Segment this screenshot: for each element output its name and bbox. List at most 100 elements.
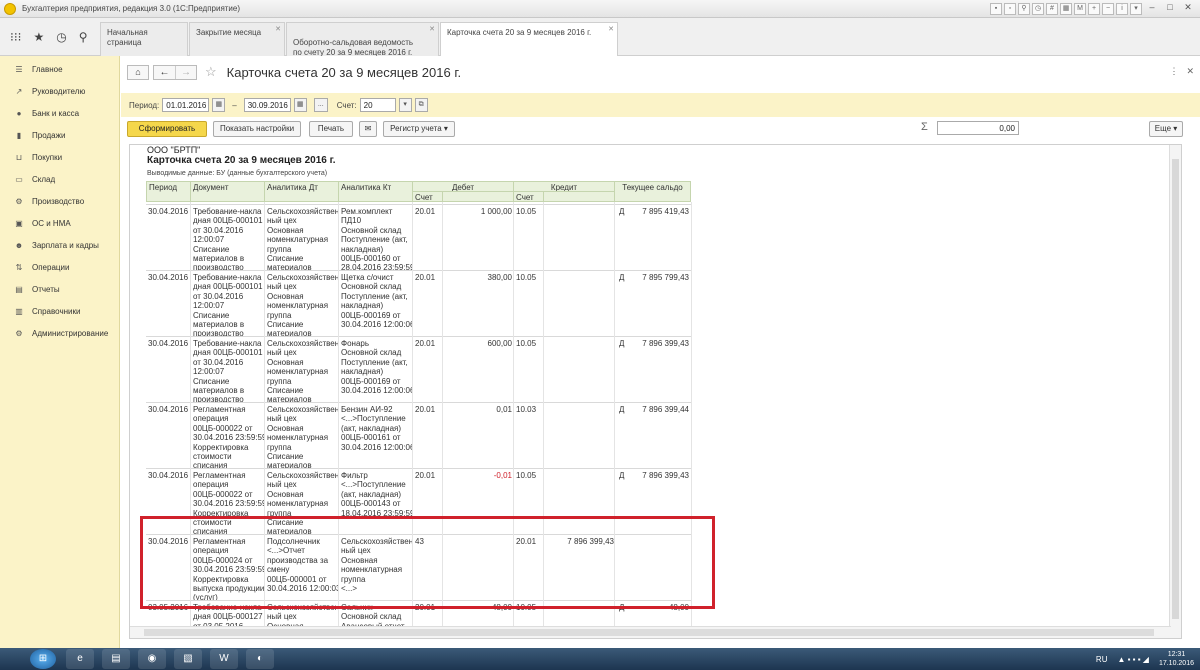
home-button[interactable]: ⌂ xyxy=(127,64,149,80)
sidebar-item-payroll[interactable]: ☻ Зарплата и кадры xyxy=(0,234,119,256)
sum-field[interactable]: 0,00 xyxy=(937,121,1019,135)
table-cell-ankt: Рем.комплект ПД10 Основной склад Поступл… xyxy=(341,207,413,271)
close-icon[interactable]: ✕ xyxy=(1180,2,1196,15)
date-to-field[interactable]: 30.09.2016 xyxy=(243,98,291,112)
table-cell-ksum xyxy=(546,405,614,469)
mplus-icon[interactable]: + xyxy=(1088,2,1100,15)
print-icon[interactable]: ▫ xyxy=(1004,2,1016,15)
register-button-label: Регистр учета xyxy=(390,124,442,133)
table-cell-dsum: 380,00 xyxy=(487,273,512,282)
sidebar-item-catalogs[interactable]: ▥ Справочники xyxy=(0,300,119,322)
table-cell-doc: Требование-накла дная 00ЦБ-000101 от 30.… xyxy=(193,207,263,271)
forward-button[interactable]: → xyxy=(175,65,196,79)
history-icon[interactable]: ◷ xyxy=(1032,2,1044,15)
close-tab-icon[interactable]: ✕ xyxy=(608,25,614,35)
clock[interactable]: 12:31 17.10.2016 xyxy=(1159,650,1194,668)
title-bar: Бухгалтерия предприятия, редакция 3.0 (1… xyxy=(0,0,1200,18)
tab-turnover-balance[interactable]: Оборотно-сальдовая ведомость по счету 20… xyxy=(286,22,439,57)
language-indicator[interactable]: RU xyxy=(1096,655,1108,664)
scroll-thumb[interactable] xyxy=(144,629,1154,636)
calendar-icon[interactable]: ▦ xyxy=(212,98,226,112)
close-icon[interactable]: ✕ xyxy=(1186,66,1194,77)
operations-icon: ⇅ xyxy=(15,262,23,272)
account-field[interactable]: 20 xyxy=(359,98,396,112)
sidebar-item-production[interactable]: ⚙ Производство xyxy=(0,190,119,212)
sidebar-item-management[interactable]: ↗ Руководителю xyxy=(0,80,119,102)
horizontal-scrollbar[interactable] xyxy=(130,626,1171,638)
date-from-field[interactable]: 01.01.2016 xyxy=(162,98,210,112)
mminus-icon[interactable]: − xyxy=(1102,2,1114,15)
tab-home[interactable]: Начальная страница xyxy=(100,22,188,56)
m-icon[interactable]: M xyxy=(1074,2,1086,15)
sidebar-item-admin[interactable]: ⚙ Администрирование xyxy=(0,322,119,344)
header-actions: ⋮ ✕ xyxy=(1169,66,1194,77)
tab-month-closing[interactable]: Закрытие месяца ✕ xyxy=(189,22,285,56)
chrome-icon[interactable]: ◉ xyxy=(138,649,166,669)
clock-date: 17.10.2016 xyxy=(1158,660,1194,667)
more-vertical-icon[interactable]: ⋮ xyxy=(1169,66,1178,77)
chevron-down-icon[interactable]: ▾ xyxy=(398,98,412,112)
menu-icon[interactable]: ▾ xyxy=(1130,2,1142,15)
register-button[interactable]: Регистр учета ▾ xyxy=(383,121,455,137)
email-button[interactable]: ✉ xyxy=(359,121,377,137)
save-icon[interactable]: ▪ xyxy=(990,2,1002,15)
close-tab-icon[interactable]: ✕ xyxy=(275,25,281,35)
toolbar: Сформировать Показать настройки Печать ✉… xyxy=(121,121,1200,139)
table-cell-ksum xyxy=(546,339,614,403)
info-icon[interactable]: i xyxy=(1116,2,1128,15)
back-button[interactable]: ← xyxy=(154,66,175,79)
report-title: Карточка счета 20 за 9 месяцев 2016 г. xyxy=(147,155,336,166)
table-cell-doc: Требование-накла дная 00ЦБ-000101 от 30.… xyxy=(193,273,263,337)
tab-account-card[interactable]: Карточка счета 20 за 9 месяцев 2016 г. ✕ xyxy=(440,22,618,57)
maximize-icon[interactable]: □ xyxy=(1162,2,1178,15)
ie-icon[interactable]: e xyxy=(66,649,94,669)
calendar-icon[interactable]: ▦ xyxy=(1060,2,1072,15)
notepad-icon[interactable]: ▧ xyxy=(174,649,202,669)
more-button[interactable]: Еще ▾ xyxy=(1149,121,1183,137)
reports-icon: ▤ xyxy=(15,284,23,294)
row-separator xyxy=(146,336,691,337)
table-cell-kacc: 10.05 xyxy=(516,339,537,348)
table-cell-dsum: 0,01 xyxy=(496,405,512,414)
calendar-icon[interactable]: ▦ xyxy=(293,98,307,112)
period-select-button[interactable]: ... xyxy=(313,98,328,112)
table-cell-andt: Сельскохозяйствен ный цех Основная номен… xyxy=(267,339,339,403)
show-settings-button[interactable]: Показать настройки xyxy=(213,121,301,137)
close-tab-icon[interactable]: ✕ xyxy=(429,25,435,35)
vertical-scrollbar[interactable] xyxy=(1169,145,1181,638)
generate-button[interactable]: Сформировать xyxy=(127,121,207,137)
history-clock-icon[interactable]: ◷ xyxy=(56,30,66,44)
search-icon[interactable]: ⚲ xyxy=(79,30,88,44)
row-separator xyxy=(146,468,691,469)
table-cell-dacc: 20.01 xyxy=(415,207,436,216)
sidebar-item-main[interactable]: ☰ Главное xyxy=(0,58,119,80)
minimize-icon[interactable]: – xyxy=(1144,2,1160,15)
sidebar-item-operations[interactable]: ⇅ Операции xyxy=(0,256,119,278)
sidebar-item-warehouse[interactable]: ▭ Склад xyxy=(0,168,119,190)
sidebar-item-bank[interactable]: ● Банк и касса xyxy=(0,102,119,124)
start-button[interactable]: ⊞ xyxy=(30,649,56,669)
calculator-icon[interactable]: # xyxy=(1046,2,1058,15)
header-balance: Текущее сальдо xyxy=(614,181,691,202)
sidebar-item-purchases[interactable]: ⊔ Покупки xyxy=(0,146,119,168)
sidebar-item-sales[interactable]: ▮ Продажи xyxy=(0,124,119,146)
print-button[interactable]: Печать xyxy=(309,121,353,137)
word-icon[interactable]: W xyxy=(210,649,238,669)
sidebar-item-reports[interactable]: ▤ Отчеты xyxy=(0,278,119,300)
favorite-star-icon[interactable]: ☆ xyxy=(205,64,217,80)
apps-grid-icon[interactable]: ⁝⁝⁝ xyxy=(10,30,21,44)
tab-label: Закрытие месяца xyxy=(196,28,262,37)
clock-time: 12:31 xyxy=(1167,651,1186,658)
explorer-icon[interactable]: ▤ xyxy=(102,649,130,669)
sidebar-item-assets[interactable]: ▣ ОС и НМА xyxy=(0,212,119,234)
link-icon[interactable]: ⚲ xyxy=(1018,2,1030,15)
1c-icon[interactable]: ◐ xyxy=(246,649,274,669)
favorites-star-icon[interactable]: ★ xyxy=(33,30,44,44)
sidebar-item-label: Банк и касса xyxy=(32,108,80,118)
open-icon[interactable]: ⧉ xyxy=(414,98,428,112)
gear-icon: ⚙ xyxy=(15,328,23,338)
report-output-data: Выводимые данные: БУ (данные бухгалтерск… xyxy=(147,170,328,177)
report-sheet[interactable]: ООО "БРТП" Карточка счета 20 за 9 месяце… xyxy=(129,144,1182,639)
scroll-thumb[interactable] xyxy=(1172,159,1179,619)
table-cell-kacc: 10.05 xyxy=(516,207,537,216)
